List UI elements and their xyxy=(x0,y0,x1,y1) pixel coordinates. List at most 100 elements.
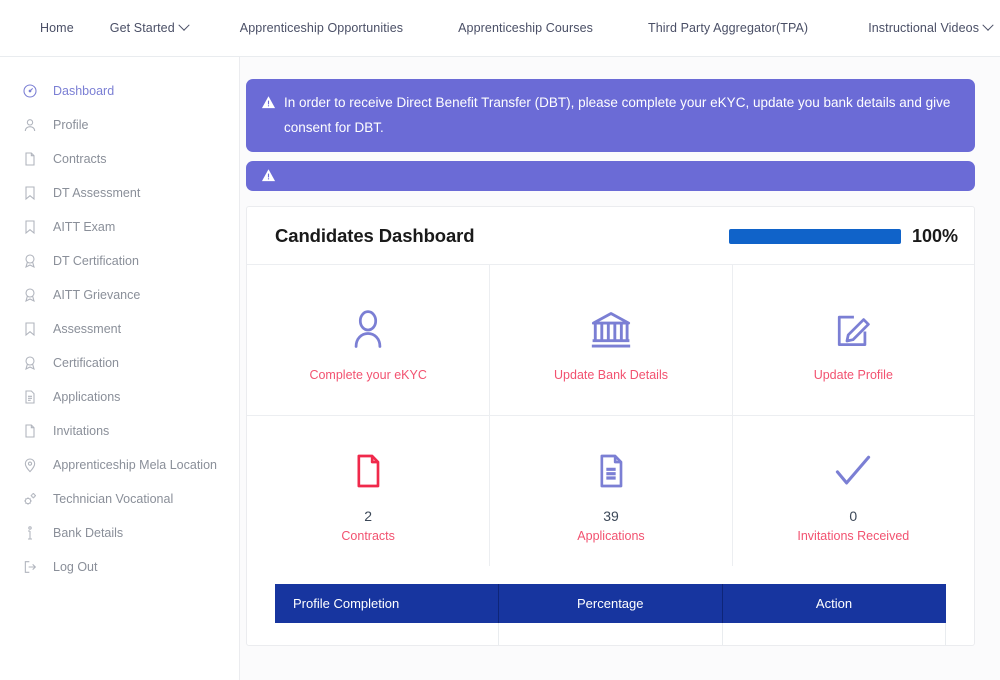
bank-icon xyxy=(588,299,634,361)
edit-document-icon xyxy=(831,299,875,361)
candidates-dashboard-card: Candidates Dashboard 100% Complete your … xyxy=(246,206,975,646)
tile-label: Update Bank Details xyxy=(554,367,668,382)
sidebar-item-apprenticeship-mela-location[interactable]: Apprenticeship Mela Location xyxy=(0,448,239,482)
nav-item-label: Get Started xyxy=(109,21,175,35)
sidebar-item-dt-certification[interactable]: DT Certification xyxy=(0,244,239,278)
dashboard-gauge-icon xyxy=(21,83,38,100)
secondary-alert-banner xyxy=(246,161,975,191)
tile-update-bank-details[interactable]: Update Bank Details xyxy=(489,265,731,415)
tile-label: Update Profile xyxy=(813,367,893,382)
sidebar-item-label: DT Certification xyxy=(53,254,139,268)
profile-completion-progress: 100% xyxy=(728,225,958,247)
nav-item-label: Instructional Videos xyxy=(868,21,980,35)
sidebar-item-label: Apprenticeship Mela Location xyxy=(53,458,217,472)
dashboard-card-header: Candidates Dashboard 100% xyxy=(247,207,974,265)
sidebar-item-label: Dashboard xyxy=(53,84,115,98)
nav-item-label: Third Party Aggregator(TPA) xyxy=(648,21,809,35)
bookmark-icon xyxy=(21,219,38,236)
sidebar: Dashboard Profile Contracts DT Assessmen… xyxy=(0,57,240,680)
sidebar-item-dt-assessment[interactable]: DT Assessment xyxy=(0,176,239,210)
warning-triangle-icon xyxy=(261,95,276,110)
bookmark-icon xyxy=(21,321,38,338)
nav-item-third-party-aggregator[interactable]: Third Party Aggregator(TPA) xyxy=(648,21,808,35)
profile-completion-table-wrap: Profile Completion Percentage Action xyxy=(247,566,974,645)
nav-item-apprenticeship-opportunities[interactable]: Apprenticeship Opportunities xyxy=(240,21,403,35)
sidebar-item-label: AITT Exam xyxy=(53,220,116,234)
table-column-action[interactable]: Action xyxy=(722,584,946,623)
table-column-percentage[interactable]: Percentage xyxy=(498,584,723,623)
profile-completion-table: Profile Completion Percentage Action xyxy=(275,584,946,645)
page-title: Candidates Dashboard xyxy=(275,225,475,246)
chevron-down-icon xyxy=(178,19,190,31)
nav-item-label: Home xyxy=(40,21,74,35)
sidebar-item-applications[interactable]: Applications xyxy=(0,380,239,414)
sidebar-item-label: Technician Vocational xyxy=(53,492,174,506)
sidebar-item-invitations[interactable]: Invitations xyxy=(0,414,239,448)
sidebar-item-contracts[interactable]: Contracts xyxy=(0,142,239,176)
sidebar-item-label: Bank Details xyxy=(53,526,124,540)
warning-triangle-icon xyxy=(261,168,276,183)
map-pin-icon xyxy=(21,457,38,474)
sidebar-item-dashboard[interactable]: Dashboard xyxy=(0,74,239,108)
document-icon xyxy=(21,423,38,440)
main-content: In order to receive Direct Benefit Trans… xyxy=(240,57,1000,680)
progress-percent-label: 100% xyxy=(911,225,958,246)
top-navigation-bar: Home Get Started Apprenticeship Opportun… xyxy=(0,0,1000,57)
sidebar-item-label: Applications xyxy=(53,390,121,404)
document-icon xyxy=(21,151,38,168)
sidebar-item-aitt-exam[interactable]: AITT Exam xyxy=(0,210,239,244)
tile-label: Invitations Received xyxy=(797,528,910,543)
sidebar-item-aitt-grievance[interactable]: AITT Grievance xyxy=(0,278,239,312)
sidebar-item-label: DT Assessment xyxy=(53,186,141,200)
sidebar-item-label: Contracts xyxy=(53,152,107,166)
dbt-alert-text: In order to receive Direct Benefit Trans… xyxy=(284,95,951,135)
dbt-alert-banner: In order to receive Direct Benefit Trans… xyxy=(246,79,975,152)
tile-label: Complete your eKYC xyxy=(309,367,427,382)
table-header-row: Profile Completion Percentage Action xyxy=(275,584,946,623)
award-icon xyxy=(21,253,38,270)
sidebar-item-label: AITT Grievance xyxy=(53,288,141,302)
sidebar-item-label: Assessment xyxy=(53,322,122,336)
sidebar-item-assessment[interactable]: Assessment xyxy=(0,312,239,346)
table-column-profile-completion[interactable]: Profile Completion xyxy=(275,584,499,623)
table-cell xyxy=(275,623,499,645)
sidebar-item-label: Invitations xyxy=(53,424,110,438)
table-cell xyxy=(722,623,946,645)
tile-contracts[interactable]: 2 Contracts xyxy=(247,416,489,566)
award-icon xyxy=(21,287,38,304)
tile-applications[interactable]: 39 Applications xyxy=(489,416,731,566)
nav-item-instructional-videos[interactable]: Instructional Videos xyxy=(868,19,994,35)
sidebar-item-label: Log Out xyxy=(53,560,98,574)
nav-item-home[interactable]: Home xyxy=(40,21,74,35)
tile-count: 0 xyxy=(849,507,858,524)
bookmark-icon xyxy=(21,185,38,202)
award-icon xyxy=(21,355,38,372)
dashboard-tiles-row-1: Complete your eKYC Update Bank Details U… xyxy=(247,265,974,415)
nav-item-get-started[interactable]: Get Started xyxy=(109,19,190,35)
nav-item-apprenticeship-courses[interactable]: Apprenticeship Courses xyxy=(458,21,593,35)
file-lines-icon xyxy=(591,440,631,502)
info-icon xyxy=(21,525,38,542)
page-body: Dashboard Profile Contracts DT Assessmen… xyxy=(0,57,1000,680)
check-icon xyxy=(831,440,875,502)
logout-icon xyxy=(21,559,38,576)
tile-count: 2 xyxy=(364,507,373,524)
user-outline-icon xyxy=(346,299,390,361)
chevron-down-icon xyxy=(982,19,994,31)
nav-item-label: Apprenticeship Courses xyxy=(458,21,594,35)
tile-update-profile[interactable]: Update Profile xyxy=(731,265,974,415)
sidebar-item-log-out[interactable]: Log Out xyxy=(0,550,239,584)
gears-icon xyxy=(21,491,38,508)
document-red-icon xyxy=(348,440,388,502)
dashboard-tiles-row-2: 2 Contracts 39 Applications 0 Invitation… xyxy=(247,415,974,566)
sidebar-item-bank-details[interactable]: Bank Details xyxy=(0,516,239,550)
nav-item-label: Apprenticeship Opportunities xyxy=(239,21,404,35)
tile-label: Contracts xyxy=(341,528,395,543)
sidebar-item-certification[interactable]: Certification xyxy=(0,346,239,380)
sidebar-item-technician-vocational[interactable]: Technician Vocational xyxy=(0,482,239,516)
user-icon xyxy=(21,117,38,134)
sidebar-item-profile[interactable]: Profile xyxy=(0,108,239,142)
tile-label: Applications xyxy=(577,528,645,543)
tile-complete-ekyc[interactable]: Complete your eKYC xyxy=(247,265,489,415)
tile-invitations-received[interactable]: 0 Invitations Received xyxy=(731,416,974,566)
